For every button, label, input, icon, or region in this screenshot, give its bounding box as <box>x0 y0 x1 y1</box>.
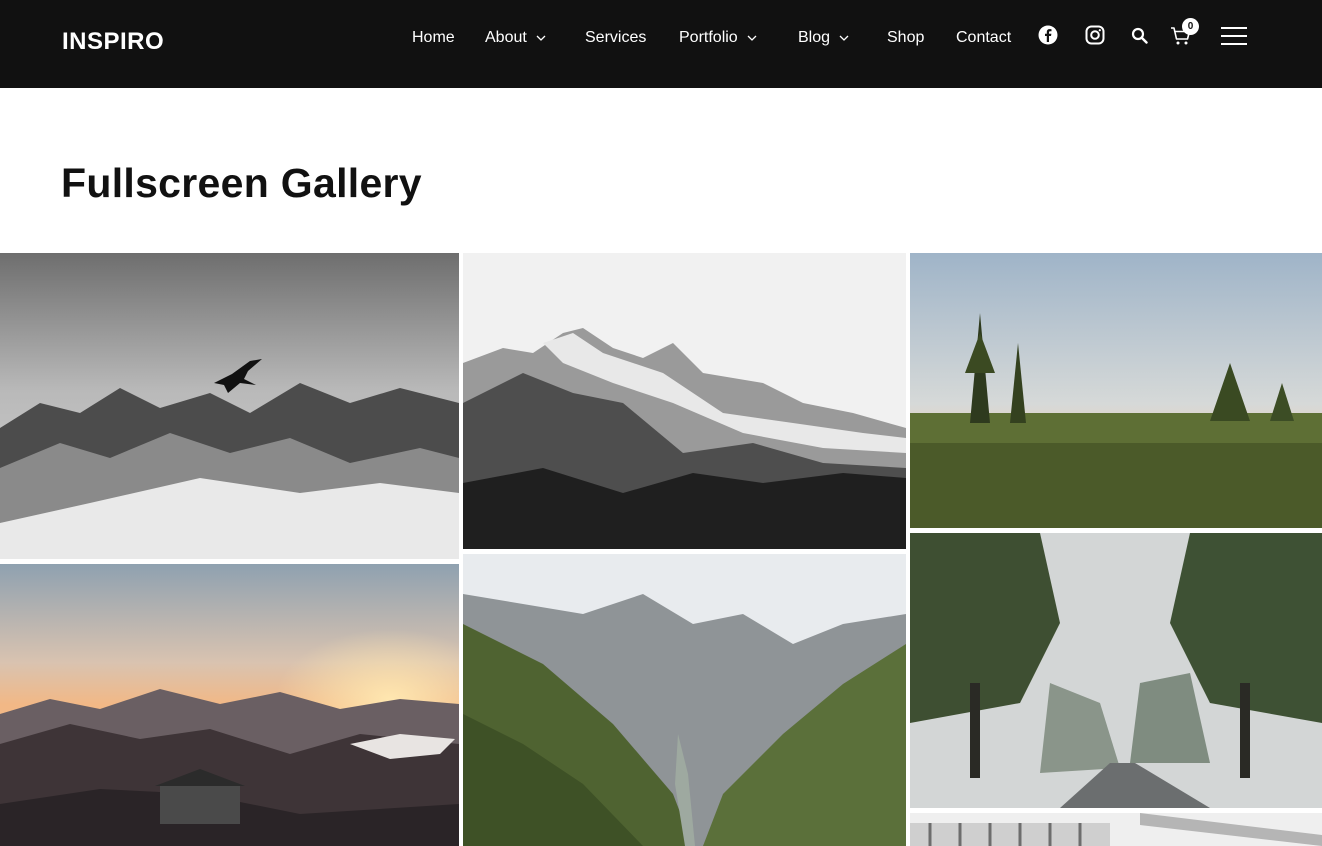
nav-item-blog[interactable]: Blog <box>798 29 850 47</box>
gallery-image-white-building[interactable] <box>910 813 1322 846</box>
gallery-image-meadow-trees[interactable] <box>910 253 1322 528</box>
chevron-down-icon <box>536 35 546 41</box>
gallery-image-foggy-tree-road[interactable] <box>910 533 1322 808</box>
nav-item-home[interactable]: Home <box>412 29 455 47</box>
nav-item-shop[interactable]: Shop <box>887 29 924 47</box>
chevron-down-icon <box>747 35 757 41</box>
nav-item-contact[interactable]: Contact <box>956 29 1011 47</box>
page-title: Fullscreen Gallery <box>61 160 422 206</box>
nav-item-services[interactable]: Services <box>585 29 646 47</box>
nav-label-contact: Contact <box>956 29 1012 46</box>
gallery-image-eagle-mountains[interactable] <box>0 253 459 559</box>
gallery-image-mountain-hut-sunset[interactable] <box>0 564 459 846</box>
chevron-down-icon <box>839 35 849 41</box>
nav-item-about[interactable]: About <box>485 29 547 47</box>
instagram-icon[interactable] <box>1085 25 1105 45</box>
site-logo[interactable]: INSPIRO <box>62 28 164 56</box>
hamburger-menu-icon[interactable] <box>1221 27 1247 45</box>
nav-label-home: Home <box>412 29 455 46</box>
nav-label-blog: Blog <box>798 29 831 46</box>
facebook-icon[interactable] <box>1038 25 1058 45</box>
nav-label-shop: Shop <box>887 29 925 46</box>
gallery-image-snowy-peaks[interactable] <box>463 253 906 549</box>
nav-label-services: Services <box>585 29 647 46</box>
gallery-image-green-valley[interactable] <box>463 554 906 846</box>
cart-count-badge: 0 <box>1182 18 1199 35</box>
nav-item-portfolio[interactable]: Portfolio <box>679 29 758 47</box>
search-icon[interactable] <box>1131 27 1148 44</box>
nav-label-about: About <box>485 29 527 46</box>
nav-label-portfolio: Portfolio <box>679 29 738 46</box>
site-header: INSPIRO Home About Services Portfolio Bl… <box>0 0 1322 88</box>
